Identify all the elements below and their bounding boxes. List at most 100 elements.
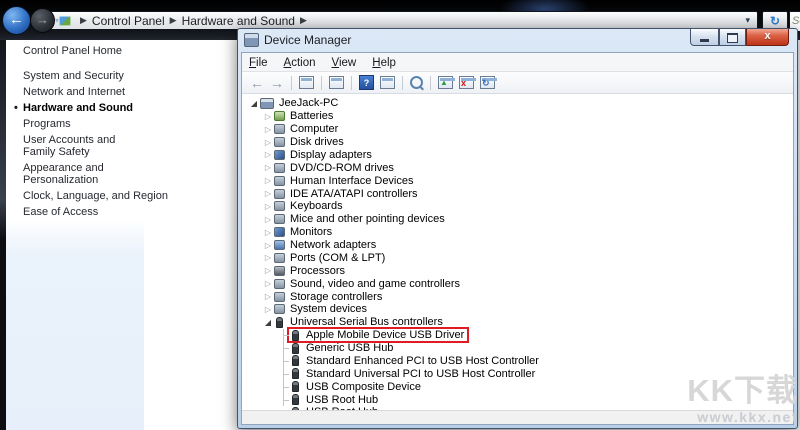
tree-node-system-devices[interactable]: System devices (242, 303, 793, 316)
help-icon[interactable] (359, 75, 374, 90)
tree-node-computer-root[interactable]: JeeJack-PC (242, 97, 793, 110)
show-console-tree-icon[interactable] (299, 76, 314, 89)
tree-expander-icon[interactable] (263, 292, 273, 301)
tree-node-label: IDE ATA/ATAPI controllers (290, 188, 418, 200)
menu-view[interactable]: View (332, 55, 357, 72)
minimize-button[interactable] (690, 29, 719, 46)
tree-node-ide-controllers[interactable]: IDE ATA/ATAPI controllers (242, 187, 793, 200)
properties-icon[interactable] (380, 76, 395, 89)
tree-node-network-adapters[interactable]: Network adapters (242, 239, 793, 252)
tree-node-human-interface-devices[interactable]: Human Interface Devices (242, 174, 793, 187)
tree-expander-icon[interactable] (263, 241, 273, 250)
sidebar-item-hardware-and-sound[interactable]: Hardware and Sound (23, 102, 144, 114)
device-tree: JeeJack-PC Batteries Computer Disk drive… (242, 94, 793, 410)
menu-label: View (332, 57, 357, 69)
tree-expander-icon[interactable] (263, 318, 273, 327)
tree-node-monitors[interactable]: Monitors (242, 226, 793, 239)
tree-node-label: Network adapters (290, 239, 376, 251)
back-button[interactable]: ← (2, 6, 31, 35)
tree-node-ports[interactable]: Ports (COM & LPT) (242, 252, 793, 265)
export-list-icon[interactable] (329, 76, 344, 89)
tree-node-storage-controllers[interactable]: Storage controllers (242, 290, 793, 303)
tree-expander-icon[interactable] (249, 99, 259, 108)
tree-expander-icon[interactable] (263, 125, 273, 134)
tree-node-processors[interactable]: Processors (242, 264, 793, 277)
close-button[interactable]: x (746, 29, 789, 46)
scan-computer-icon[interactable] (410, 76, 423, 89)
tree-node-label: Human Interface Devices (290, 175, 414, 187)
uninstall-device-icon[interactable] (459, 76, 474, 89)
menu-file[interactable]: File (249, 55, 268, 72)
device-manager-titlebar[interactable]: Device Manager (244, 33, 351, 47)
tree-expander-icon[interactable] (263, 150, 273, 159)
tree-expander-icon[interactable] (263, 176, 273, 185)
sidebar-item-label: Hardware and Sound (23, 102, 133, 114)
computer-icon (260, 98, 274, 109)
address-dropdown-icon[interactable]: ▾ (742, 15, 753, 26)
watermark-logo-text: KK下载 (687, 375, 798, 406)
tree-expander-icon[interactable] (263, 138, 273, 147)
tree-node-label: USB Root Hub (306, 394, 378, 406)
sidebar-item-label: System and Security (23, 70, 124, 82)
breadcrumb-control-panel[interactable]: Control Panel (92, 14, 165, 28)
computer-category-icon (274, 124, 285, 134)
forward-button[interactable]: → (30, 8, 55, 33)
tree-node-label: Display adapters (290, 149, 372, 161)
tree-expander-icon[interactable] (263, 266, 273, 275)
tree-node-label: Generic USB Hub (306, 342, 393, 354)
mice-icon (274, 214, 285, 224)
sidebar-item-network-and-internet[interactable]: Network and Internet (23, 86, 144, 98)
sidebar-item-ease-of-access[interactable]: Ease of Access (23, 206, 144, 218)
maximize-button[interactable] (719, 29, 746, 46)
tree-node-display-adapters[interactable]: Display adapters (242, 149, 793, 162)
tree-node-standard-enhanced-pci[interactable]: Standard Enhanced PCI to USB Host Contro… (242, 355, 793, 368)
tree-node-computer[interactable]: Computer (242, 123, 793, 136)
forward-icon[interactable] (270, 75, 284, 91)
tree-expander-icon[interactable] (263, 253, 273, 262)
tree-expander-icon[interactable] (263, 202, 273, 211)
tree-node-label: Batteries (290, 110, 333, 122)
tree-node-label: USB Composite Device (306, 381, 421, 393)
scan-for-hardware-changes-icon[interactable] (480, 76, 495, 89)
breadcrumb-hardware-and-sound[interactable]: Hardware and Sound (182, 14, 295, 28)
sidebar-item-programs[interactable]: Programs (23, 118, 144, 130)
tree-node-label: Ports (COM & LPT) (290, 252, 385, 264)
tree-expander-icon[interactable] (263, 305, 273, 314)
update-driver-icon[interactable] (438, 76, 453, 89)
recent-pages-dropdown-icon[interactable]: ▾ (55, 16, 59, 25)
sidebar-item-clock-language-region[interactable]: Clock, Language, and Region (23, 190, 144, 202)
sidebar-item-appearance[interactable]: Appearance and Personalization (23, 162, 144, 186)
tree-expander-icon[interactable] (263, 163, 273, 172)
tree-node-label: Apple Mobile Device USB Driver (306, 329, 464, 341)
dvd-cdrom-icon (274, 163, 285, 173)
hid-icon (274, 176, 285, 186)
tree-expander-icon[interactable] (263, 112, 273, 121)
tree-node-mice[interactable]: Mice and other pointing devices (242, 213, 793, 226)
sidebar-item-user-accounts[interactable]: User Accounts and Family Safety (23, 134, 144, 158)
tree-node-disk-drives[interactable]: Disk drives (242, 136, 793, 149)
tree-node-dvd-cdrom-drives[interactable]: DVD/CD-ROM drives (242, 161, 793, 174)
menu-action[interactable]: Action (284, 55, 316, 72)
tree-node-apple-mobile-device-usb-driver[interactable]: Apple Mobile Device USB Driver (242, 329, 793, 342)
system-devices-icon (274, 304, 285, 314)
breadcrumb-chevron-icon[interactable]: ▶ (300, 15, 307, 26)
tree-expander-icon[interactable] (263, 189, 273, 198)
back-icon[interactable] (250, 75, 264, 91)
keyboards-icon (274, 201, 285, 211)
tree-node-batteries[interactable]: Batteries (242, 110, 793, 123)
tree-expander-icon[interactable] (263, 215, 273, 224)
tree-expander-icon[interactable] (263, 228, 273, 237)
tree-node-generic-usb-hub[interactable]: Generic USB Hub (242, 342, 793, 355)
sidebar-item-control-panel-home[interactable]: Control Panel Home (23, 45, 144, 58)
sidebar-item-system-and-security[interactable]: System and Security (23, 70, 144, 82)
tree-expander-icon[interactable] (263, 279, 273, 288)
menu-help[interactable]: Help (372, 55, 396, 72)
watermark-url: www.kkx.net (687, 410, 798, 424)
tree-node-sound-controllers[interactable]: Sound, video and game controllers (242, 277, 793, 290)
tree-node-usb-controllers[interactable]: Universal Serial Bus controllers (242, 316, 793, 329)
usb-device-icon (292, 330, 299, 341)
monitors-icon (274, 227, 285, 237)
usb-device-icon (292, 394, 299, 405)
storage-controllers-icon (274, 292, 285, 302)
tree-node-keyboards[interactable]: Keyboards (242, 200, 793, 213)
